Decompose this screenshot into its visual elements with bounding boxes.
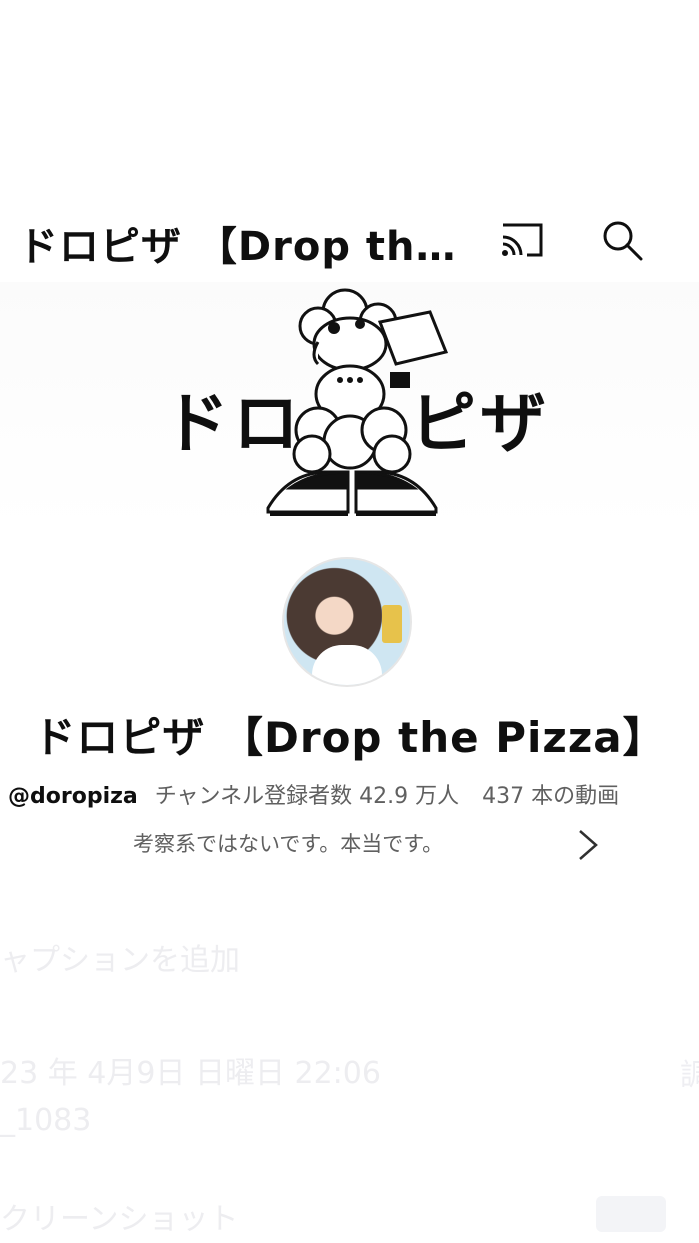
search-icon — [603, 221, 643, 261]
channel-title: ドロピザ 【Drop th… — [18, 224, 457, 270]
channel-description: 考察系ではないです。本当です。 — [133, 832, 444, 856]
avatar-cup — [382, 605, 402, 643]
video-count: 437 本の動画 — [482, 784, 620, 809]
cast-icon — [502, 223, 543, 257]
channel-description-row[interactable]: 考察系ではないです。本当です。 — [0, 826, 699, 866]
cast-button[interactable] — [494, 216, 550, 264]
faded-datetime: 23 年 4月9日 日曜日 22:06 — [0, 1056, 381, 1091]
top-app-bar: ドロピザ 【Drop th… — [0, 200, 699, 280]
mascot-dog-illustration — [266, 288, 449, 516]
faded-button — [596, 1196, 666, 1232]
faded-screenshot-label: クリーンショット — [0, 1202, 239, 1237]
search-button[interactable] — [594, 216, 650, 264]
faded-caption: ャプションを追加 — [0, 943, 240, 978]
channel-avatar[interactable] — [282, 557, 412, 687]
faded-right-fragment: 調 — [680, 1058, 699, 1093]
channel-name: ドロピザ 【Drop the Pizza】 — [33, 713, 666, 762]
avatar-shirt — [312, 645, 382, 685]
channel-handle: @doropiza — [8, 784, 138, 809]
faded-filename: _1083 — [0, 1103, 92, 1138]
channel-banner: ドロ ピザ — [0, 282, 699, 532]
chevron-right-icon — [579, 830, 598, 860]
channel-meta: @doropiza チャンネル登録者数 42.9 万人 437 本の動画 — [8, 778, 698, 810]
subscriber-count: チャンネル登録者数 42.9 万人 — [154, 784, 460, 809]
